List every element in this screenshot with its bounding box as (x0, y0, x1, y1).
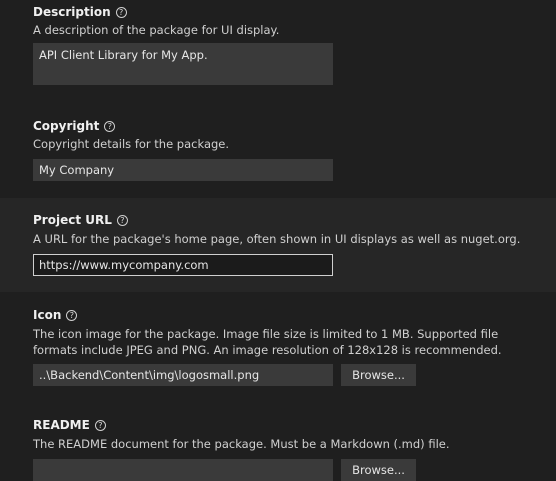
description-help-text: A description of the package for UI disp… (33, 23, 280, 37)
readme-label: README (33, 418, 90, 432)
copyright-title: Copyright ? (33, 119, 116, 133)
help-icon[interactable]: ? (94, 419, 106, 431)
readme-help-text: The README document for the package. Mus… (33, 437, 450, 451)
help-icon[interactable]: ? (104, 120, 116, 132)
help-icon[interactable]: ? (116, 214, 128, 226)
readme-browse-button[interactable]: Browse... (341, 459, 416, 481)
project-url-title: Project URL ? (33, 213, 128, 227)
copyright-label: Copyright (33, 119, 100, 133)
icon-help-text: The icon image for the package. Image fi… (33, 327, 502, 357)
readme-path-input[interactable] (33, 459, 333, 481)
project-url-input[interactable]: https://www.mycompany.com (33, 254, 333, 276)
icon-label: Icon (33, 308, 62, 322)
help-icon[interactable]: ? (115, 6, 127, 18)
description-label: Description (33, 5, 111, 19)
icon-browse-button[interactable]: Browse... (341, 364, 416, 386)
project-url-label: Project URL (33, 213, 112, 227)
readme-title: README ? (33, 418, 106, 432)
icon-path-input[interactable]: ..\Backend\Content\img\logosmall.png (33, 364, 333, 386)
description-title: Description ? (33, 5, 127, 19)
icon-title: Icon ? (33, 308, 78, 322)
package-properties-panel: Description ? A description of the packa… (0, 0, 556, 481)
help-icon[interactable]: ? (66, 309, 78, 321)
copyright-help-text: Copyright details for the package. (33, 137, 230, 151)
description-input[interactable]: API Client Library for My App. (33, 43, 333, 85)
project-url-help-text: A URL for the package's home page, often… (33, 232, 521, 246)
copyright-input[interactable]: My Company (33, 159, 333, 181)
